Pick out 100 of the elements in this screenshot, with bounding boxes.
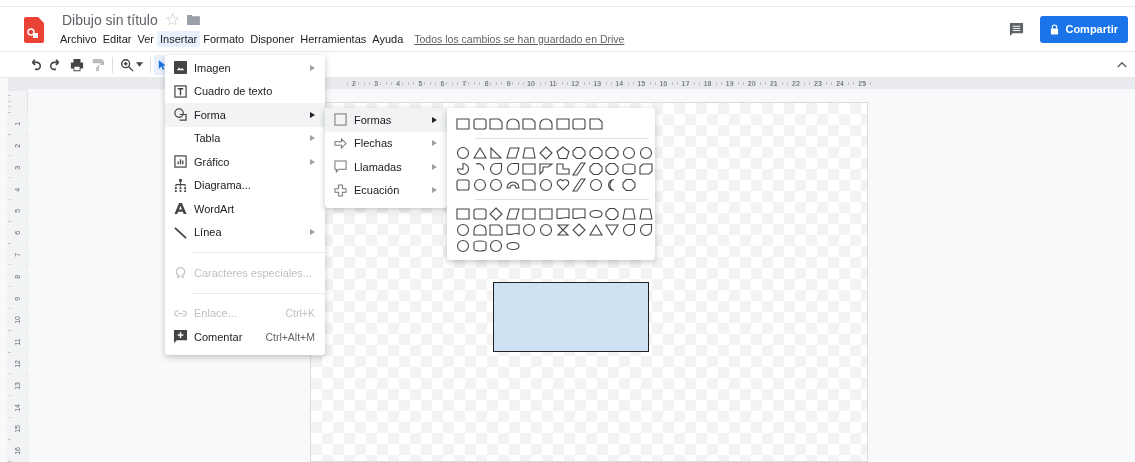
shape-icon[interactable]	[604, 145, 621, 161]
shape-icon[interactable]	[571, 116, 588, 132]
shapes-icon	[174, 108, 187, 122]
shape-icon[interactable]	[471, 145, 488, 161]
shape-icon[interactable]	[455, 145, 471, 161]
menu-item[interactable]: Ecuación	[325, 178, 447, 202]
menu-bar-item[interactable]: Disponer	[247, 30, 298, 47]
shape-icon[interactable]	[620, 206, 637, 222]
shape-icon[interactable]	[637, 161, 654, 177]
shape-icon[interactable]	[455, 161, 471, 177]
shape-icon[interactable]	[587, 222, 604, 238]
menu-item[interactable]: Cuadro de texto	[165, 79, 325, 103]
plus-icon	[334, 183, 347, 197]
shape-icon[interactable]	[471, 177, 488, 193]
shape-icon[interactable]	[587, 177, 604, 193]
shape-icon[interactable]	[537, 161, 554, 177]
shape-icon[interactable]	[471, 238, 488, 254]
shape-icon[interactable]	[488, 222, 505, 238]
shape-icon[interactable]	[571, 206, 588, 222]
shape-icon[interactable]	[620, 177, 637, 193]
menu-item[interactable]: Forma	[165, 103, 325, 127]
shape-icon[interactable]	[537, 177, 554, 193]
menu-bar-item[interactable]: Formato	[200, 30, 248, 47]
zoom-icon[interactable]	[120, 57, 134, 72]
shape-icon[interactable]	[537, 222, 554, 238]
comment-icon[interactable]	[1009, 21, 1025, 37]
shape-icon[interactable]	[521, 222, 538, 238]
menu-item[interactable]: Comentar Ctrl+Alt+M	[165, 325, 325, 349]
submenu-arrow-icon	[432, 163, 437, 170]
print-icon[interactable]	[70, 57, 84, 72]
shape-icon[interactable]	[554, 206, 571, 222]
shape-icon[interactable]	[587, 161, 604, 177]
shape-icon[interactable]	[587, 145, 604, 161]
shape-icon[interactable]	[571, 161, 588, 177]
menu-bar-item[interactable]: Ver	[134, 30, 157, 47]
menu-item[interactable]: Línea	[165, 220, 325, 244]
menu-item[interactable]: Tabla	[165, 126, 325, 150]
shape-icon[interactable]	[521, 116, 538, 132]
folder-icon[interactable]	[186, 14, 200, 25]
shape-icon[interactable]	[488, 116, 505, 132]
rectangle-shape[interactable]	[493, 282, 649, 352]
shape-icon[interactable]	[571, 222, 588, 238]
shape-icon[interactable]	[471, 116, 488, 132]
menu-item[interactable]: Flechas	[325, 131, 447, 155]
collapse-caret-icon[interactable]	[1117, 61, 1127, 68]
shape-icon[interactable]	[554, 145, 571, 161]
shape-icon[interactable]	[504, 206, 521, 222]
shape-icon[interactable]	[537, 145, 554, 161]
shape-icon[interactable]	[504, 161, 521, 177]
shape-icon[interactable]	[488, 206, 505, 222]
menu-bar-item[interactable]: Archivo	[57, 30, 100, 47]
menu-bar-item[interactable]: Herramientas	[297, 30, 370, 47]
document-title[interactable]: Dibujo sin título	[62, 11, 158, 28]
shape-icon[interactable]	[455, 177, 471, 193]
shape-icon[interactable]	[604, 206, 621, 222]
shape-icon[interactable]	[620, 161, 637, 177]
menu-item[interactable]: Llamadas	[325, 155, 447, 179]
diagram-icon	[174, 178, 187, 192]
shape-icon[interactable]	[504, 222, 521, 238]
caret-icon[interactable]	[136, 62, 143, 67]
shape-icon[interactable]	[455, 238, 471, 254]
shape-icon[interactable]	[504, 145, 521, 161]
shape-icon[interactable]	[637, 206, 654, 222]
shape-icon[interactable]	[571, 145, 588, 161]
app-logo-icon[interactable]	[24, 17, 44, 43]
shape-icon[interactable]	[637, 222, 654, 238]
shape-icon[interactable]	[488, 177, 505, 193]
shape-icon[interactable]	[471, 206, 488, 222]
shape-icon[interactable]	[637, 145, 654, 161]
save-status-link[interactable]: Todos los cambios se han guardado en Drive	[414, 32, 625, 45]
menu-item[interactable]: WordArt	[165, 197, 325, 221]
menu-item[interactable]: Imagen	[165, 56, 325, 80]
shape-icon[interactable]	[521, 145, 538, 161]
wordart-icon	[174, 202, 187, 216]
menu-item[interactable]: Diagrama...	[165, 173, 325, 197]
chart-icon	[174, 155, 187, 169]
shape-icon[interactable]	[488, 238, 505, 254]
shape-icon[interactable]	[488, 161, 505, 177]
shape-icon[interactable]	[537, 116, 554, 132]
shape-icon[interactable]	[571, 177, 588, 193]
image-icon	[174, 61, 187, 75]
menu-bar-item[interactable]: Editar	[99, 30, 135, 47]
shape-icon[interactable]	[471, 222, 488, 238]
menu-bar-item[interactable]: Insertar	[156, 30, 201, 47]
shape-icon[interactable]	[554, 222, 571, 238]
shape-icon[interactable]	[455, 222, 471, 238]
menu-bar-item[interactable]: Ayuda	[369, 30, 407, 47]
shape-icon[interactable]	[521, 177, 538, 193]
share-button[interactable]: Compartir	[1040, 15, 1128, 43]
menu-item[interactable]: Formas	[325, 108, 447, 132]
shape-icon[interactable]	[620, 222, 637, 238]
shape-icon[interactable]	[488, 145, 505, 161]
star-icon[interactable]	[165, 13, 179, 26]
shape-icon[interactable]	[620, 145, 637, 161]
shape-icon[interactable]	[604, 161, 621, 177]
shape-icon[interactable]	[587, 116, 604, 132]
menu-item[interactable]: Gráfico	[165, 150, 325, 174]
shape-icon[interactable]	[504, 116, 521, 132]
shape-icon[interactable]	[554, 177, 571, 193]
shape-icon[interactable]	[604, 222, 621, 238]
